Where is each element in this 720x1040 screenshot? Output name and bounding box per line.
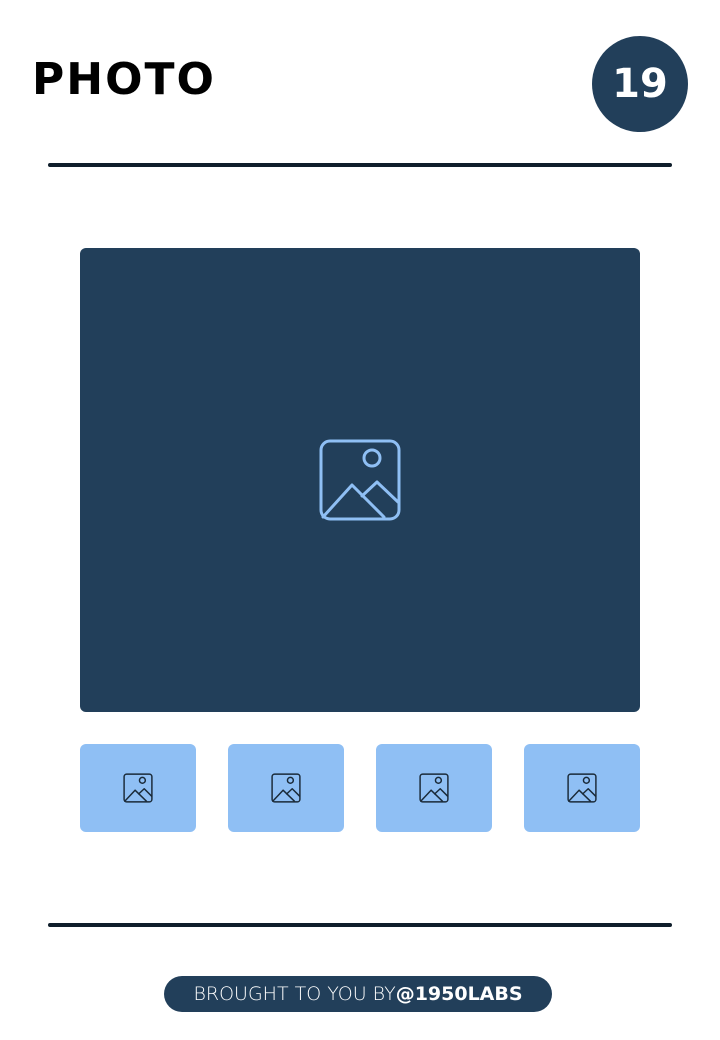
thumbnail-4[interactable] — [524, 744, 640, 832]
credit-pill: BROUGHT TO YOU BY @1950LABS — [164, 976, 552, 1012]
thumbnail-2[interactable] — [228, 744, 344, 832]
image-placeholder-icon — [123, 773, 153, 803]
page-number: 19 — [612, 61, 668, 107]
image-placeholder-icon — [319, 439, 401, 521]
credit-lead: BROUGHT TO YOU BY — [193, 982, 396, 1005]
credit-handle[interactable]: @1950LABS — [396, 984, 523, 1004]
bottom-divider — [48, 923, 672, 927]
page-number-badge: 19 — [592, 36, 688, 132]
image-placeholder-icon — [419, 773, 449, 803]
top-divider — [48, 163, 672, 167]
page-title: PHOTO — [32, 54, 216, 105]
thumbnail-3[interactable] — [376, 744, 492, 832]
image-placeholder-icon — [271, 773, 301, 803]
main-photo-placeholder[interactable] — [80, 248, 640, 712]
image-placeholder-icon — [567, 773, 597, 803]
thumbnail-1[interactable] — [80, 744, 196, 832]
thumbnail-strip — [80, 744, 640, 832]
